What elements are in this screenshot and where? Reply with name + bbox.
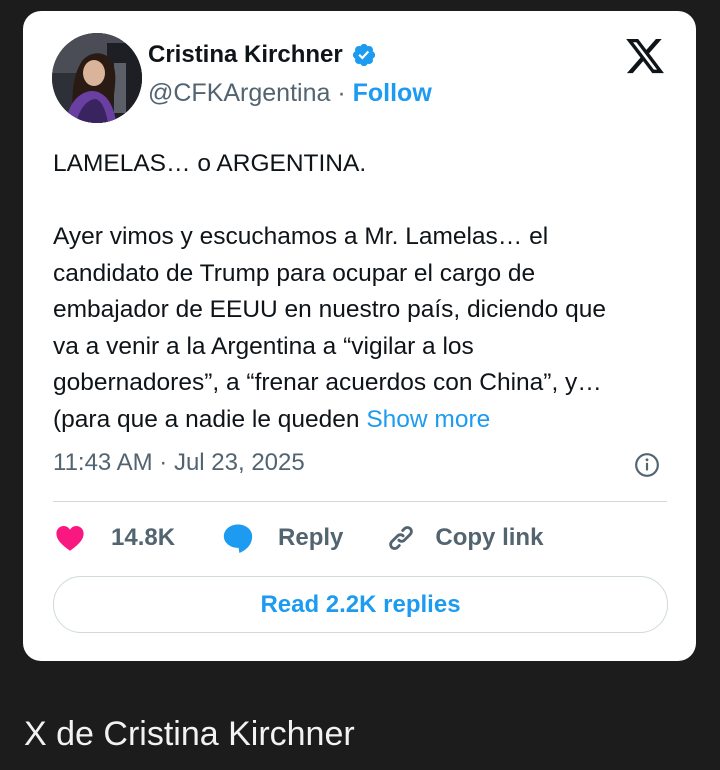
read-replies-button[interactable]: Read 2.2K replies (53, 576, 668, 633)
reply-button[interactable]: Reply (220, 521, 343, 555)
x-logo-icon[interactable] (623, 35, 667, 77)
like-button[interactable]: 14.8K (53, 522, 175, 554)
action-bar: 14.8K Reply Copy link (53, 519, 543, 557)
copy-link-button[interactable]: Copy link (383, 521, 543, 555)
heart-icon (56, 526, 84, 551)
link-icon (389, 526, 414, 550)
divider (53, 501, 667, 502)
tweet-line: Ayer vimos y escuchamos a Mr. Lamelas… e… (53, 223, 549, 250)
show-more-link[interactable]: Show more (366, 406, 490, 433)
like-count: 14.8K (111, 524, 176, 551)
tweet-line: gobernadores”, a “frenar acuerdos con Ch… (53, 369, 602, 396)
tweet-embed-card: Cristina Kirchner @CFKArgentina · Follow… (23, 11, 696, 661)
image-caption: X de Cristina Kirchner (24, 715, 355, 753)
tweet-timestamp[interactable]: 11:43 AM · Jul 23, 2025 (53, 449, 305, 477)
tweet-text: LAMELAS… o ARGENTINA. Ayer vimos y escuc… (53, 146, 668, 438)
copy-link-label: Copy link (435, 524, 544, 551)
author-handle[interactable]: @CFKArgentina (148, 79, 330, 107)
tweet-line: candidato de Trump para ocupar el cargo … (53, 259, 536, 287)
tweet-line: embajador de EEUU en nuestro país, dicie… (53, 296, 606, 323)
verified-badge-icon (352, 43, 375, 67)
reply-bubble-icon (223, 524, 253, 554)
follow-button[interactable]: Follow (353, 79, 432, 107)
avatar[interactable] (52, 33, 142, 123)
tweet-line-last: (para que a nadie le queden Show more (53, 402, 668, 439)
author-name[interactable]: Cristina Kirchner (148, 41, 343, 69)
tweet-line-text: (para que a nadie le queden (53, 405, 367, 433)
tweet-line: va a venir a la Argentina a “vigilar a l… (53, 332, 474, 360)
tweet-headline: LAMELAS… o ARGENTINA. (53, 150, 367, 177)
info-icon[interactable] (634, 452, 660, 478)
handle-separator: · (330, 79, 353, 107)
reply-label: Reply (278, 524, 344, 551)
